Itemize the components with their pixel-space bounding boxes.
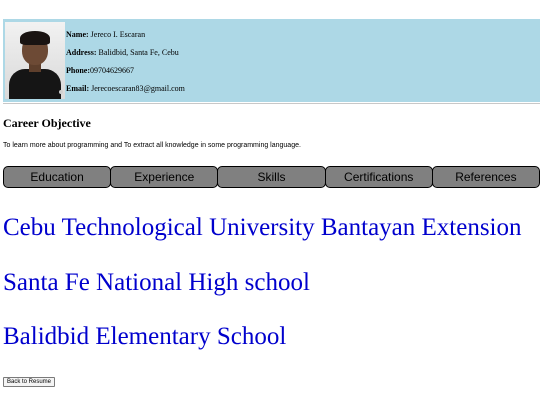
profile-header: Name: Jereco I. Escaran Address: Balidbi… <box>3 19 540 102</box>
phone-row: Phone:09704629667 <box>66 66 134 76</box>
photo-mark <box>59 90 63 94</box>
phone-label: Phone: <box>66 66 90 75</box>
school-item: Santa Fe National High school <box>3 269 310 296</box>
address-row: Address: Balidbid, Santa Fe, Cebu <box>66 48 179 58</box>
email-label: Email: <box>66 84 90 93</box>
school-item: Balidbid Elementary School <box>3 323 287 350</box>
back-to-resume-button[interactable]: Back to Resume <box>3 377 56 387</box>
tab-skills[interactable]: Skills <box>217 166 326 188</box>
tab-certifications[interactable]: Certifications <box>324 166 433 188</box>
photo-shirt-shape <box>9 69 61 99</box>
section-tabs: Education Experience Skills Certificatio… <box>3 166 540 188</box>
profile-photo <box>5 22 65 99</box>
photo-hair-shape <box>20 31 50 45</box>
name-value: Jereco I. Escaran <box>90 30 146 39</box>
name-label: Name: <box>66 30 89 39</box>
tab-references[interactable]: References <box>431 166 540 188</box>
career-objective-title: Career Objective <box>3 116 91 130</box>
tab-experience[interactable]: Experience <box>110 166 219 188</box>
phone-value: 09704629667 <box>90 66 134 75</box>
address-label: Address: <box>66 48 97 57</box>
address-value: Balidbid, Santa Fe, Cebu <box>98 48 179 57</box>
email-value: Jerecoescaran83@gmail.com <box>91 84 185 93</box>
school-item: Cebu Technological University Bantayan E… <box>3 214 522 241</box>
header-divider <box>3 103 540 104</box>
email-row: Email: Jerecoescaran83@gmail.com <box>66 84 185 94</box>
career-objective-text: To learn more about programming and To e… <box>3 142 301 149</box>
tab-education[interactable]: Education <box>3 166 112 188</box>
name-row: Name: Jereco I. Escaran <box>66 30 145 40</box>
